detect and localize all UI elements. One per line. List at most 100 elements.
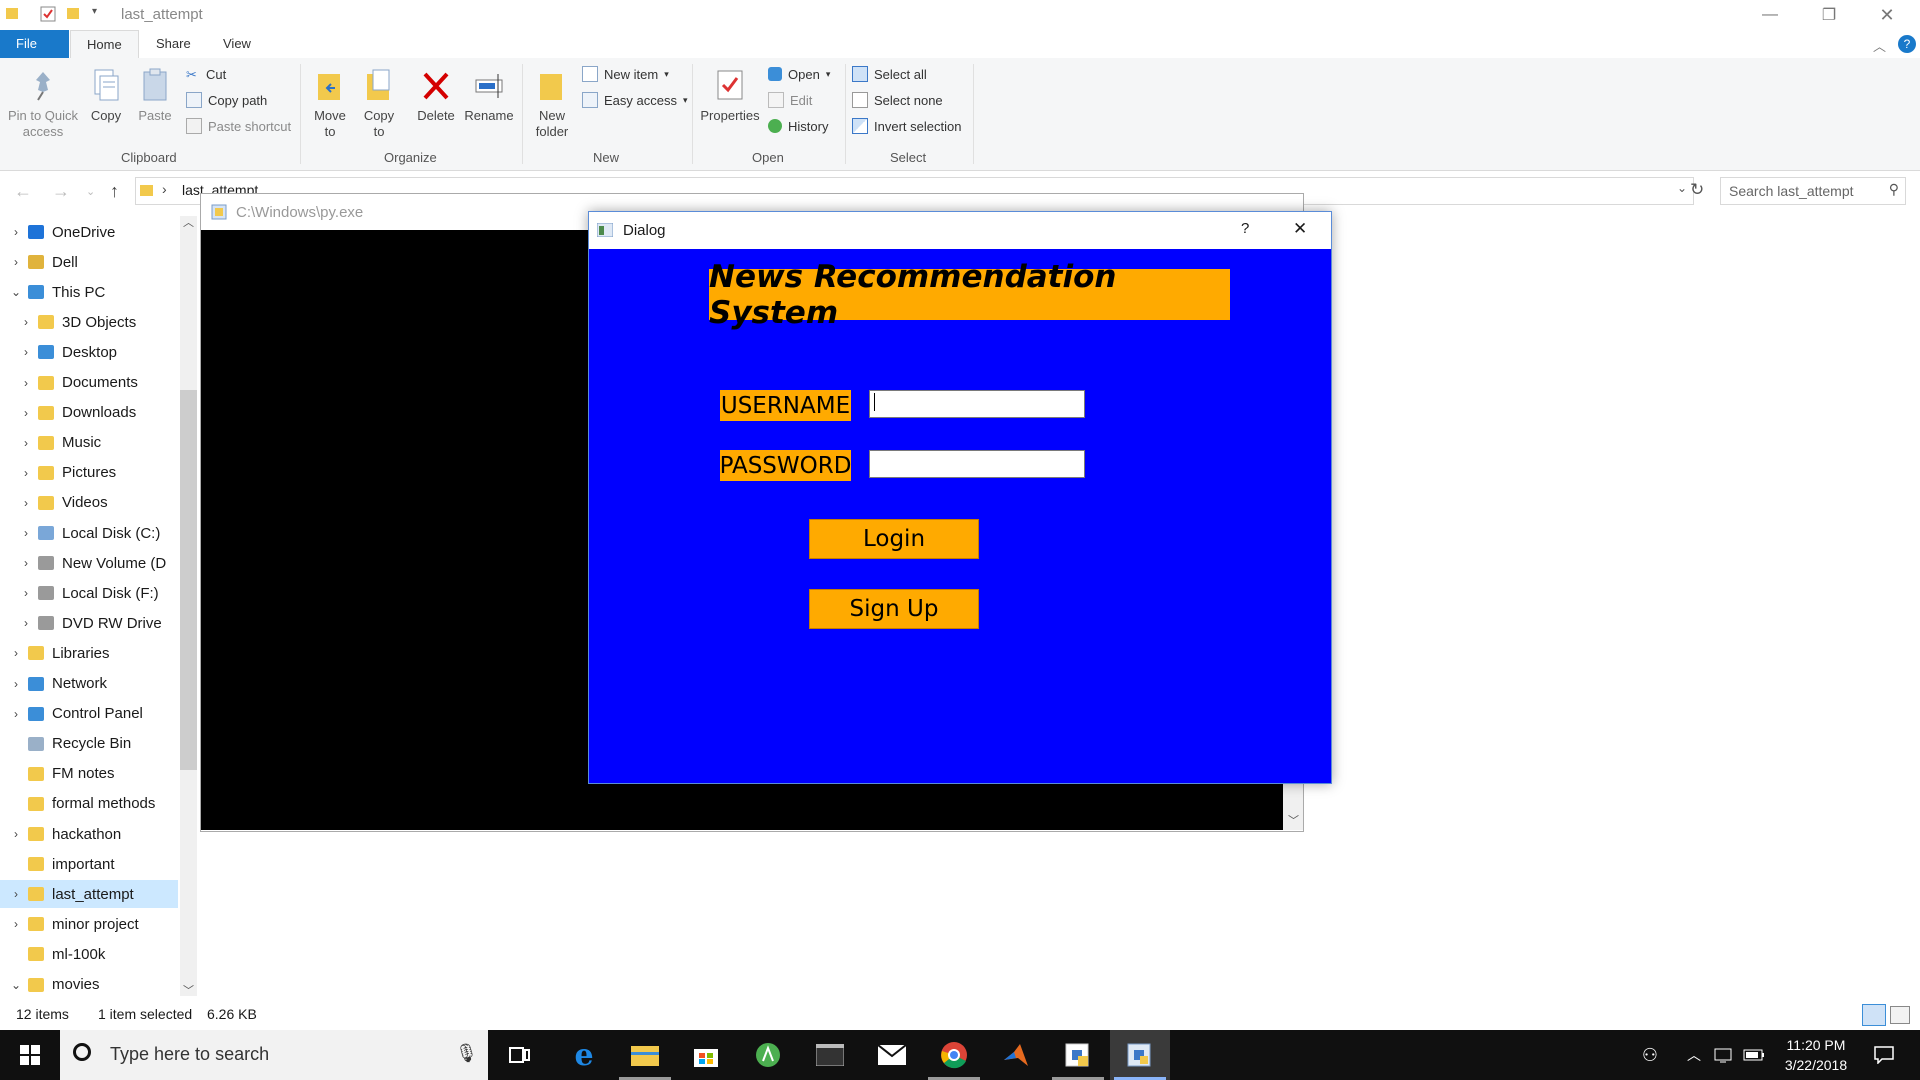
nav-item[interactable]: ⌄ movies: [0, 971, 178, 999]
expand-chevron-icon[interactable]: ›: [8, 677, 24, 691]
cut-button[interactable]: ✂ Cut: [186, 64, 226, 84]
dialog-title-bar[interactable]: Dialog ? ✕: [589, 212, 1331, 249]
terminal-icon[interactable]: [800, 1030, 860, 1080]
sign-up-button[interactable]: Sign Up: [809, 589, 979, 629]
store-icon[interactable]: [676, 1030, 736, 1080]
expand-chevron-icon[interactable]: ›: [8, 887, 24, 901]
nav-item[interactable]: important: [0, 850, 178, 878]
login-dialog[interactable]: Dialog ? ✕ News Recommendation System US…: [588, 211, 1332, 784]
tab-share[interactable]: Share: [140, 30, 207, 58]
copy-button[interactable]: Copy: [84, 68, 128, 124]
expand-chevron-icon[interactable]: ›: [8, 707, 24, 721]
username-input[interactable]: [869, 390, 1085, 418]
nav-item[interactable]: Recycle Bin: [0, 730, 178, 758]
large-icons-view-icon[interactable]: [1890, 1006, 1910, 1024]
dialog-close-button[interactable]: ✕: [1293, 219, 1307, 239]
scroll-down-icon[interactable]: ﹀: [1288, 812, 1299, 828]
expand-chevron-icon[interactable]: ›: [18, 466, 34, 480]
select-all-button[interactable]: Select all: [852, 64, 927, 84]
expand-chevron-icon[interactable]: ›: [8, 646, 24, 660]
up-arrow-icon[interactable]: ↑: [110, 181, 119, 202]
action-center-icon[interactable]: [1864, 1030, 1904, 1080]
search-input[interactable]: Search last_attempt ⚲: [1720, 177, 1906, 205]
expand-chevron-icon[interactable]: ›: [8, 827, 24, 841]
nav-item[interactable]: › minor project: [0, 910, 178, 938]
android-studio-icon[interactable]: [738, 1030, 798, 1080]
rename-button[interactable]: Rename: [464, 68, 514, 124]
password-input[interactable]: [869, 450, 1085, 478]
delete-button[interactable]: Delete: [414, 68, 458, 124]
nav-item[interactable]: › New Volume (D: [0, 549, 178, 577]
expand-chevron-icon[interactable]: ›: [18, 556, 34, 570]
nav-item[interactable]: › OneDrive: [0, 218, 178, 246]
nav-item[interactable]: › Control Panel: [0, 700, 178, 728]
nav-item[interactable]: › Documents: [0, 369, 178, 397]
nav-item[interactable]: › Local Disk (C:): [0, 519, 178, 547]
people-icon[interactable]: ⚇: [1636, 1030, 1664, 1080]
nav-item[interactable]: › last_attempt: [0, 880, 178, 909]
python-app-icon[interactable]: [1110, 1030, 1170, 1080]
pin-quick-access-button[interactable]: Pin to Quick access: [4, 68, 82, 140]
minimize-button[interactable]: —: [1741, 0, 1799, 30]
customize-qa-dropdown-icon[interactable]: ▾: [92, 6, 97, 24]
paste-button[interactable]: Paste: [133, 68, 177, 124]
collapse-ribbon-icon[interactable]: ︿: [1873, 36, 1886, 55]
nav-item[interactable]: › Music: [0, 429, 178, 457]
scroll-up-icon[interactable]: ︿: [183, 214, 194, 230]
properties-qa-icon[interactable]: [40, 6, 56, 24]
matlab-icon[interactable]: [986, 1030, 1046, 1080]
history-button[interactable]: History: [768, 116, 828, 136]
expand-chevron-icon[interactable]: ›: [18, 376, 34, 390]
expand-chevron-icon[interactable]: ›: [18, 436, 34, 450]
dialog-help-button[interactable]: ?: [1241, 220, 1249, 237]
details-view-icon[interactable]: [1862, 1004, 1886, 1026]
nav-scrollbar-thumb[interactable]: [180, 390, 197, 770]
nav-item[interactable]: › DVD RW Drive: [0, 609, 178, 637]
copy-path-button[interactable]: Copy path: [186, 90, 267, 110]
nav-item[interactable]: › Libraries: [0, 639, 178, 667]
microphone-icon[interactable]: 🎙: [455, 1043, 478, 1064]
start-button[interactable]: [0, 1030, 60, 1080]
easy-access-button[interactable]: Easy access ▾: [582, 90, 688, 110]
nav-item[interactable]: ml-100k: [0, 940, 178, 968]
refresh-icon[interactable]: ↻: [1690, 180, 1704, 200]
forward-arrow-icon[interactable]: →: [52, 181, 70, 202]
recent-locations-icon[interactable]: ⌄: [86, 185, 95, 198]
move-to-button[interactable]: Move to: [308, 68, 352, 140]
nav-item[interactable]: › Pictures: [0, 459, 178, 487]
close-button[interactable]: ✕: [1858, 0, 1916, 30]
new-folder-qa-icon[interactable]: [66, 6, 80, 24]
help-icon[interactable]: ?: [1898, 35, 1916, 53]
select-none-button[interactable]: Select none: [852, 90, 943, 110]
invert-selection-button[interactable]: Invert selection: [852, 116, 961, 136]
tab-home[interactable]: Home: [70, 30, 139, 60]
nav-item[interactable]: › hackathon: [0, 820, 178, 848]
new-item-button[interactable]: New item ▾: [582, 64, 669, 84]
show-hidden-icons-icon[interactable]: ︿: [1682, 1030, 1706, 1080]
new-folder-button[interactable]: New folder: [530, 68, 574, 140]
expand-chevron-icon[interactable]: ⌄: [8, 285, 24, 299]
paste-shortcut-button[interactable]: Paste shortcut: [186, 116, 291, 136]
edge-browser-icon[interactable]: e: [554, 1030, 614, 1080]
address-dropdown-icon[interactable]: ⌄: [1677, 181, 1687, 195]
tab-view[interactable]: View: [207, 30, 267, 58]
scroll-down-icon[interactable]: ﹀: [183, 982, 194, 998]
nav-item[interactable]: › Network: [0, 670, 178, 698]
nav-item[interactable]: › Dell: [0, 248, 178, 276]
taskbar-search-box[interactable]: Type here to search 🎙: [60, 1030, 488, 1080]
expand-chevron-icon[interactable]: ›: [8, 917, 24, 931]
expand-chevron-icon[interactable]: ›: [18, 345, 34, 359]
clock[interactable]: 11:20 PM 3/22/2018: [1778, 1030, 1854, 1080]
expand-chevron-icon[interactable]: ›: [18, 526, 34, 540]
nav-item[interactable]: ⌄ This PC: [0, 278, 178, 306]
copy-to-button[interactable]: Copy to: [357, 68, 401, 140]
tab-file[interactable]: File: [0, 30, 69, 58]
nav-item[interactable]: FM notes: [0, 760, 178, 788]
expand-chevron-icon[interactable]: ›: [18, 616, 34, 630]
file-explorer-icon[interactable]: [615, 1030, 675, 1080]
expand-chevron-icon[interactable]: ›: [8, 255, 24, 269]
restore-button[interactable]: ❐: [1800, 0, 1858, 30]
expand-chevron-icon[interactable]: ›: [18, 406, 34, 420]
login-button[interactable]: Login: [809, 519, 979, 559]
network-icon[interactable]: [1712, 1030, 1736, 1080]
